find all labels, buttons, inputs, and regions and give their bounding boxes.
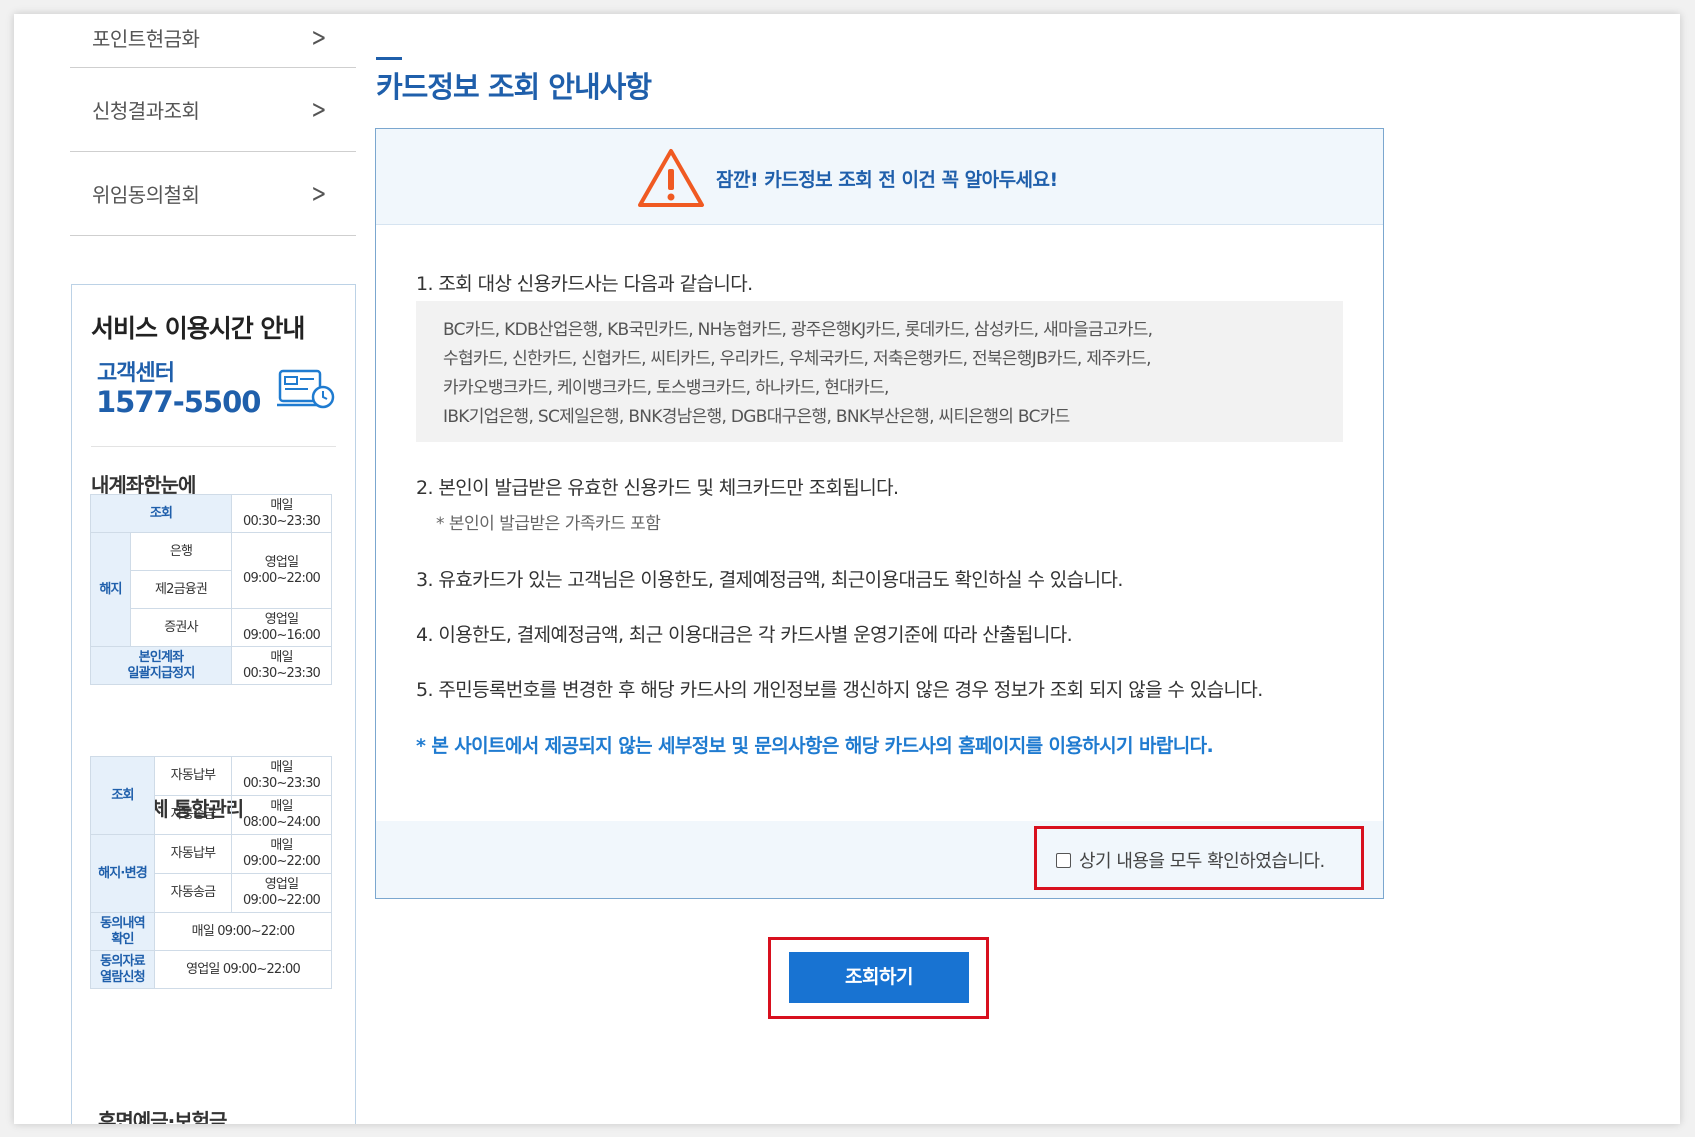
highlight-box-button [768, 937, 989, 1019]
card-list-line: BC카드, KDB산업은행, KB국민카드, NH농협카드, 광주은행KJ카드,… [443, 320, 1153, 340]
notice-item-3: 3. 유효카드가 있는 고객님은 이용한도, 결제예정금액, 최근이용대금도 확… [416, 569, 1123, 591]
table-cell: 매일 00:30~23:30 [231, 756, 332, 796]
table-cell: 제2금융권 [130, 570, 232, 609]
notice-item-2-note: * 본인이 발급받은 가족카드 포함 [436, 514, 661, 534]
table-cell: 매일 00:30~23:30 [231, 494, 332, 533]
service-hours-box: 서비스 이용시간 안내 고객센터 1577-5500 내계좌한눈에 자동이체 통… [71, 284, 356, 1124]
service-hours-title: 서비스 이용시간 안내 [91, 314, 305, 343]
title-accent-bar [376, 57, 402, 60]
page-frame: 포인트현금화 > 신청결과조회 > 위임동의철회 > 서비스 이용시간 안내 고… [14, 14, 1680, 1124]
sidebar-item-label: 위임동의철회 [92, 183, 200, 207]
notice-item-2: 2. 본인이 발급받은 유효한 신용카드 및 체크카드만 조회됩니다. [416, 477, 899, 499]
notice-item-1: 1. 조회 대상 신용카드사는 다음과 같습니다. [416, 273, 753, 295]
card-list-line: 카카오뱅크카드, 케이뱅크카드, 토스뱅크카드, 하나카드, 현대카드, [443, 378, 889, 398]
table-cell: 매일 08:00~24:00 [231, 795, 332, 835]
table-cell: 동의내역 확인 [90, 912, 155, 951]
schedule-icon [277, 369, 335, 409]
customer-center-label: 고객센터 [97, 361, 175, 386]
sidebar-item-label: 신청결과조회 [92, 99, 200, 123]
hours-table-accounts: 조회 매일 00:30~23:30 해지 은행 영업일 09:00~22:00 … [90, 494, 332, 685]
customer-center: 고객센터 1577-5500 [91, 353, 336, 447]
table-cell: 매일 00:30~23:30 [231, 646, 332, 685]
warning-text: 잠깐! 카드정보 조회 전 이건 꼭 알아두세요! [716, 169, 1058, 191]
table-row: 조회 자동납부 매일 00:30~23:30 [90, 756, 332, 835]
page-title: 카드정보 조회 안내사항 [376, 70, 652, 104]
table-cell: 영업일 09:00~22:00 [154, 950, 332, 989]
highlight-box-checkbox [1034, 826, 1364, 890]
section-title-dormant: 휴면예금·보험금 [98, 1109, 227, 1124]
chevron-right-icon: > [311, 22, 327, 53]
table-cell: 동의자료 열람신청 [90, 950, 155, 989]
card-list-line: 수협카드, 신한카드, 신협카드, 씨티카드, 우리카드, 우체국카드, 저축은… [443, 349, 1151, 369]
chevron-right-icon: > [311, 94, 327, 125]
table-cell: 조회 [90, 494, 232, 533]
sidebar-item-label: 포인트현금화 [92, 27, 200, 51]
table-cell: 해지·변경 [90, 834, 155, 913]
notice-header: 잠깐! 카드정보 조회 전 이건 꼭 알아두세요! [376, 129, 1383, 225]
notice-item-4: 4. 이용한도, 결제예정금액, 최근 이용대금은 각 카드사별 운영기준에 따… [416, 624, 1073, 646]
table-cell: 본인계좌 일괄지급정지 [90, 646, 232, 685]
table-cell: 조회 [90, 756, 155, 835]
table-cell: 자동송금 [154, 795, 232, 835]
sidebar-menu: 포인트현금화 > 신청결과조회 > 위임동의철회 > [70, 14, 356, 236]
warning-icon [638, 149, 704, 207]
sidebar-item-result[interactable]: 신청결과조회 > [70, 68, 356, 152]
table-cell: 영업일 09:00~22:00 [231, 873, 332, 913]
table-cell: 해지 [90, 532, 131, 647]
table-cell: 증권사 [130, 608, 232, 647]
table-cell: 영업일 09:00~16:00 [231, 608, 332, 647]
table-cell: 자동송금 [154, 873, 232, 913]
customer-center-phone: 1577-5500 [96, 385, 261, 419]
sidebar-item-point-cash[interactable]: 포인트현금화 > [70, 14, 356, 68]
chevron-right-icon: > [311, 178, 327, 209]
sidebar-item-withdraw[interactable]: 위임동의철회 > [70, 152, 356, 236]
table-cell: 자동납부 [154, 834, 232, 874]
card-list-line: IBK기업은행, SC제일은행, BNK경남은행, DGB대구은행, BNK부산… [443, 407, 1070, 427]
hours-table-autotransfer: 조회 자동납부 매일 00:30~23:30 자동송금 매일 08:00~24:… [90, 756, 332, 989]
table-cell: 매일 09:00~22:00 [154, 912, 332, 951]
table-row: 본인계좌 일괄지급정지 매일 00:30~23:30 [90, 646, 332, 685]
table-row: 동의자료 열람신청 영업일 09:00~22:00 [90, 950, 332, 989]
notice-box: 잠깐! 카드정보 조회 전 이건 꼭 알아두세요! 1. 조회 대상 신용카드사… [375, 128, 1384, 899]
table-row: 해지 은행 영업일 09:00~22:00 [90, 532, 332, 647]
table-row: 동의내역 확인 매일 09:00~22:00 [90, 912, 332, 951]
notice-footnote: * 본 사이트에서 제공되지 않는 세부정보 및 문의사항은 해당 카드사의 홈… [416, 735, 1214, 757]
table-row: 해지·변경 자동납부 매일 09:00~22:00 [90, 834, 332, 913]
card-company-list: BC카드, KDB산업은행, KB국민카드, NH농협카드, 광주은행KJ카드,… [416, 301, 1343, 442]
notice-item-5: 5. 주민등록번호를 변경한 후 해당 카드사의 개인정보를 갱신하지 않은 경… [416, 679, 1263, 701]
table-cell: 매일 09:00~22:00 [231, 834, 332, 874]
table-cell: 자동납부 [154, 756, 232, 796]
table-cell: 영업일 09:00~22:00 [231, 532, 332, 609]
table-cell: 은행 [130, 532, 232, 571]
table-row: 조회 매일 00:30~23:30 [90, 494, 332, 533]
